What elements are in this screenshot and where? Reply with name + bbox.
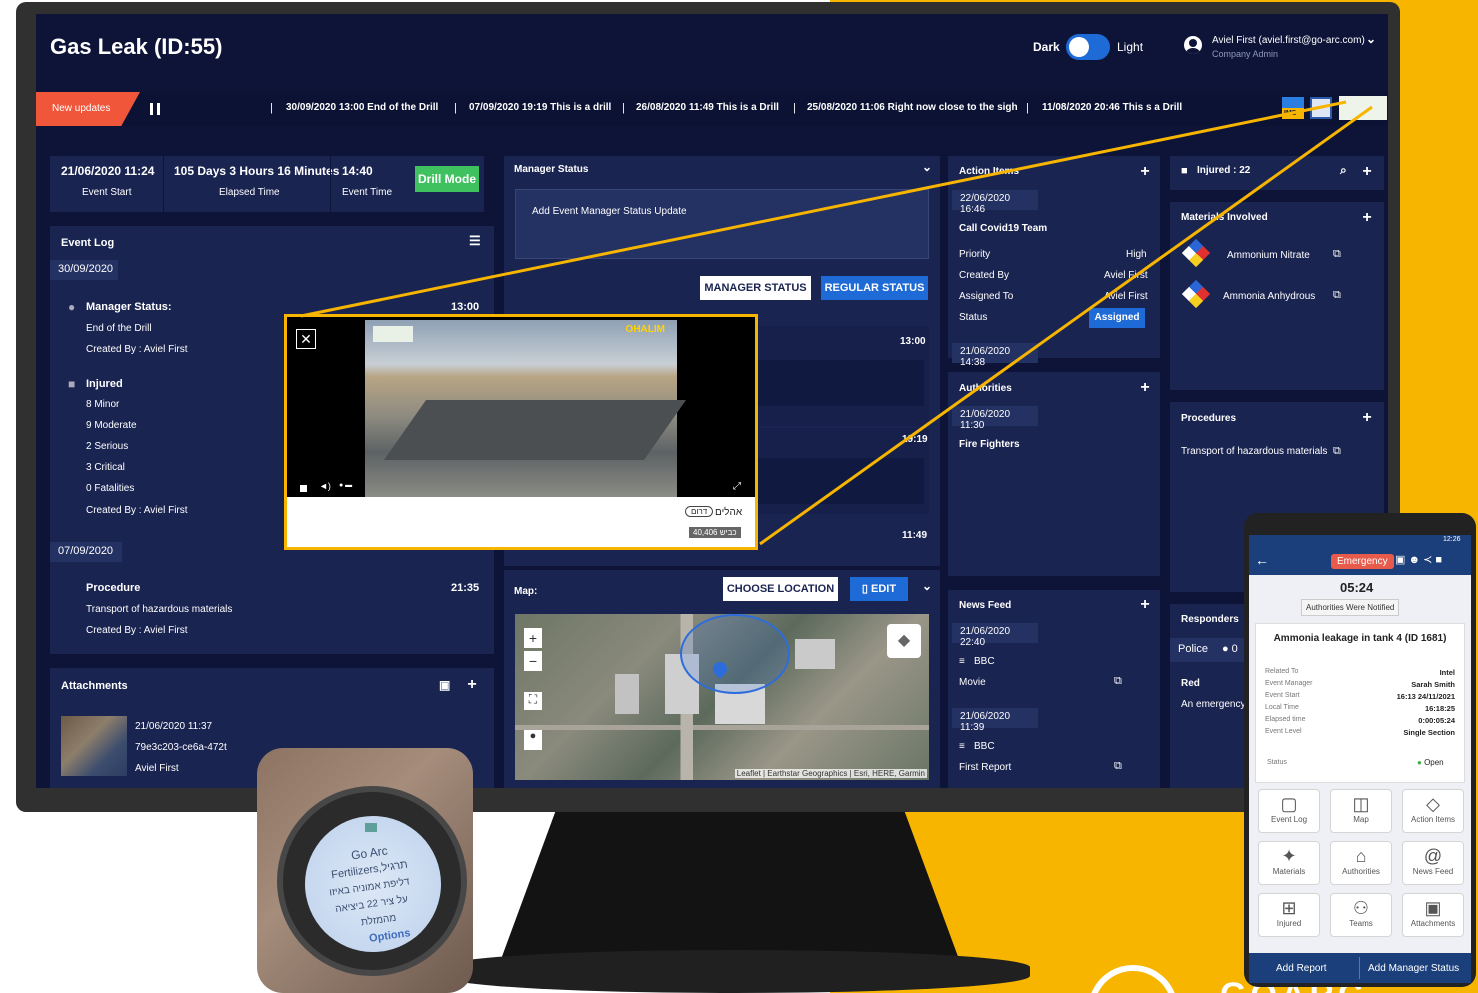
phone-tile-icon: ▣ <box>1424 898 1442 918</box>
phone-countdown: 05:24 <box>1340 580 1374 595</box>
phone-tile[interactable]: ⊞ Injured <box>1258 893 1320 937</box>
phone-tile-icon: ◫ <box>1352 794 1370 814</box>
phone-detail-label: Event Start <box>1265 692 1300 699</box>
smartwatch-photo: Go Arc Fertilizers,תרגיל דליפת אמוניה בא… <box>257 748 473 993</box>
phone-detail-value: Single Section <box>1403 728 1455 737</box>
dashboard-screen: Gas Leak (ID:55) Dark Light Aviel First … <box>36 14 1388 788</box>
phone-detail-label: Elapsed time <box>1265 716 1306 723</box>
phone-tile-icon: ⌂ <box>1355 846 1367 866</box>
phone-detail-value: Intel <box>1439 668 1455 677</box>
back-arrow-icon[interactable]: ← <box>1255 552 1269 568</box>
phone-event-title: Ammonia leakage in tank 4 (ID 1681) <box>1273 633 1447 644</box>
phone-tile-label: Authorities <box>1342 867 1380 876</box>
phone-screen: 12:26 ← Emergency ▣ ☻ ≺ ■ 05:24 Authorit… <box>1249 535 1471 983</box>
phone-detail-value: Sarah Smith <box>1411 680 1455 689</box>
phone-detail-value: 16:18:25 <box>1424 704 1455 713</box>
phone-tile[interactable]: ▣ Attachments <box>1402 893 1464 937</box>
phone-tile-label: News Feed <box>1412 867 1454 876</box>
phone-tile[interactable]: ▢ Event Log <box>1258 789 1320 833</box>
callout-line <box>759 105 1373 546</box>
phone-tile-label: Event Log <box>1270 815 1308 824</box>
phone-tile-icon: @ <box>1423 846 1443 866</box>
phone-tile-label: Attachments <box>1410 919 1456 928</box>
monitor-frame: Gas Leak (ID:55) Dark Light Aviel First … <box>16 2 1400 812</box>
phone-tile-label: Injured <box>1276 919 1302 928</box>
phone-tile-icon: ⚇ <box>1352 898 1370 918</box>
phone-tile[interactable]: @ News Feed <box>1402 841 1464 885</box>
phone-clock: 12:26 <box>1443 536 1461 543</box>
phone-tile-icon: ⊞ <box>1281 898 1297 918</box>
phone-tile[interactable]: ✦ Materials <box>1258 841 1320 885</box>
monitor-stand <box>500 812 960 962</box>
phone-detail-label: Event Level <box>1265 728 1302 735</box>
phone-tile-icon: ✦ <box>1281 846 1297 866</box>
phone-tile[interactable]: ⌂ Authorities <box>1330 841 1392 885</box>
callout-line <box>300 100 1347 318</box>
phone-tile-icon: ▢ <box>1280 794 1298 814</box>
phone-detail-label: Related To <box>1265 668 1299 675</box>
phone-device: 12:26 ← Emergency ▣ ☻ ≺ ■ 05:24 Authorit… <box>1244 513 1476 987</box>
phone-detail-label: Local Time <box>1265 704 1299 711</box>
authorities-notified-badge: Authorities Were Notified <box>1301 599 1400 616</box>
emergency-badge: Emergency <box>1331 554 1394 569</box>
phone-statusbar <box>1249 535 1471 547</box>
phone-detail-value: 16:13 24/11/2021 <box>1396 692 1455 701</box>
phone-tile-label: Materials <box>1272 867 1306 876</box>
callout-lines <box>300 100 1373 546</box>
status-dot-icon: ● <box>1417 758 1425 767</box>
add-manager-status-button[interactable]: Add Manager Status <box>1368 963 1459 974</box>
divider <box>1359 957 1360 979</box>
phone-tile-label: Map <box>1353 815 1369 824</box>
phone-toolbar-icons[interactable]: ▣ ☻ ≺ ■ <box>1395 553 1442 566</box>
phone-detail-value: 0:00:05:24 <box>1418 716 1455 725</box>
phone-tile-label: Teams <box>1349 919 1373 928</box>
phone-tile[interactable]: ◫ Map <box>1330 789 1392 833</box>
phone-status-value: ● Open <box>1417 758 1444 767</box>
phone-tile-label: Action Items <box>1410 815 1455 824</box>
phone-detail-label: Event Manager <box>1265 680 1313 687</box>
phone-tile-icon: ◇ <box>1426 794 1440 814</box>
add-report-button[interactable]: Add Report <box>1276 963 1327 974</box>
monitor-base <box>440 950 1030 993</box>
phone-tile[interactable]: ⚇ Teams <box>1330 893 1392 937</box>
phone-tile[interactable]: ◇ Action Items <box>1402 789 1464 833</box>
phone-status-text: Open <box>1424 758 1444 767</box>
watch-notification-icon <box>365 823 377 832</box>
phone-status-label: Status <box>1267 759 1287 766</box>
